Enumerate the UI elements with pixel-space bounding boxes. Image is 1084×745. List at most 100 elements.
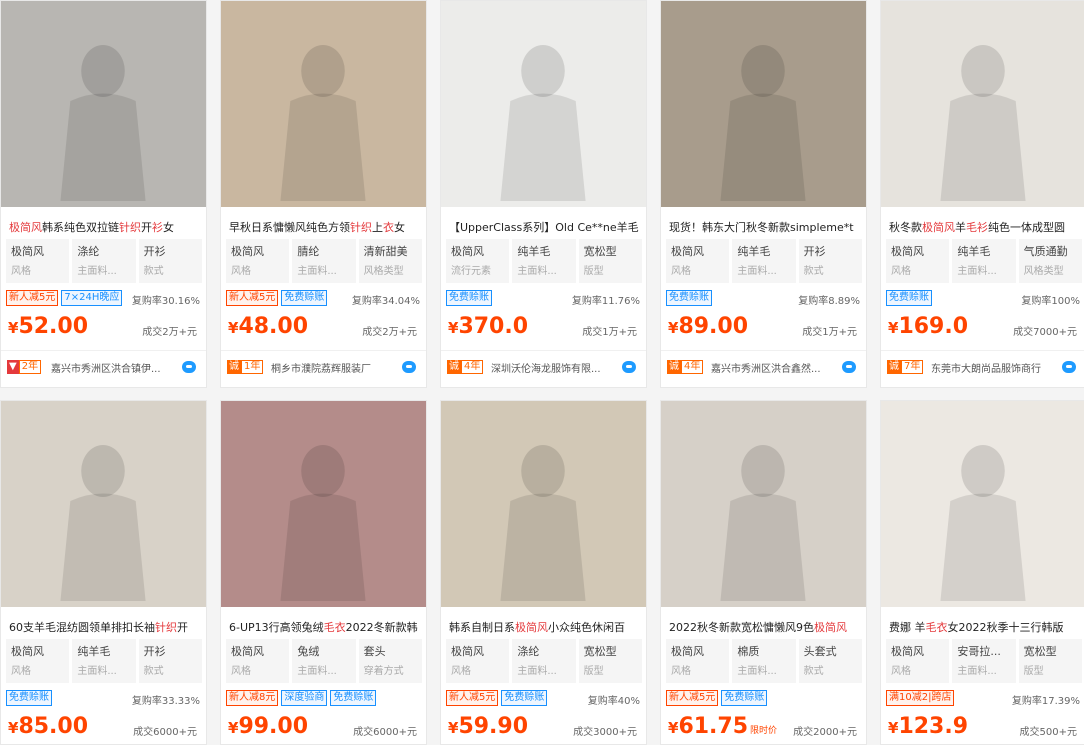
sales-volume: 成交1万+元 (582, 327, 637, 338)
product-image[interactable] (661, 401, 866, 607)
attribute-key: 流行元素 (451, 266, 491, 277)
attribute-list: 极简风 流行元素 纯羊毛 主面料... 宽松型 版型 (446, 239, 642, 283)
product-image[interactable] (221, 1, 426, 207)
currency-symbol: ¥ (228, 319, 239, 337)
shop-name[interactable]: 嘉兴市秀洲区洪合镇伊... (51, 360, 176, 375)
promo-tags: 免费赊账 (446, 290, 492, 306)
attribute-item: 纯羊毛 主面料... (72, 639, 136, 683)
shop-name[interactable]: 嘉兴市秀洲区洪合鑫然... (711, 360, 836, 375)
shop-row[interactable]: 诚 4年 嘉兴市秀洲区洪合鑫然... (661, 350, 866, 375)
flash-price-label: 限时价 (750, 726, 778, 736)
attribute-key: 主面料... (297, 266, 337, 277)
product-title[interactable]: 早秋日系慵懒风纯色方领针织上衣女 (229, 219, 419, 235)
product-card[interactable]: 现货！韩东大门秋冬新款simpleme*t 极简风 风格 纯羊毛 主面料... 开衫 款式免… (660, 0, 867, 388)
repurchase-rate: 复购率30.16% (131, 296, 200, 307)
product-image[interactable] (221, 401, 426, 607)
price-value: 99.00 (238, 714, 309, 739)
attribute-list: 极简风 风格 安哥拉... 主面料... 宽松型 版型 (886, 639, 1082, 683)
sales-volume: 成交3000+元 (573, 727, 637, 738)
product-image[interactable] (881, 1, 1084, 207)
sales-volume: 成交6000+元 (353, 727, 417, 738)
title-segment: 毛衣 (323, 621, 346, 634)
attribute-list: 极简风 风格 兔绒 主面料... 套头 穿着方式 (226, 639, 422, 683)
product-title[interactable]: 费娜 羊毛衣女2022秋季十三行韩版 (889, 619, 1079, 635)
attribute-item: 腈纶 主面料... (292, 239, 356, 283)
attribute-value: 极简风 (11, 645, 44, 658)
currency-symbol: ¥ (888, 719, 899, 737)
product-card[interactable]: 60支羊毛混纺圆领单排扣长袖针织开 极简风 风格 纯羊毛 主面料... 开衫 款式 免费赊账复… (0, 400, 207, 745)
attribute-key: 主面料... (957, 666, 997, 677)
currency-symbol: ¥ (888, 319, 899, 337)
title-segment: 毛衫 (966, 221, 988, 234)
product-title[interactable]: 秋冬款极简风羊毛衫纯色一体成型圆 (889, 219, 1079, 235)
product-card[interactable]: 【UpperClass系列】Old Ce**ne羊毛 极简风 流行元素 纯羊毛 主面料.… (440, 0, 647, 388)
product-image[interactable] (441, 1, 646, 207)
currency-symbol: ¥ (8, 319, 19, 337)
sales-volume: 成交2万+元 (142, 327, 197, 338)
price-value: 61.75 (678, 714, 749, 739)
promo-tag: 深度验商 (281, 690, 328, 706)
attribute-list: 极简风 风格 纯羊毛 主面料... 开衫 款式 (6, 639, 202, 683)
shop-row[interactable]: 诚 1年 桐乡市濮院荔辉服装厂 (221, 350, 426, 375)
product-card[interactable]: 极简风韩系纯色双拉链针织开衫女 极简风 风格 涤纶 主面料... 开衫 款式 新人减5元 7×2… (0, 0, 207, 388)
promo-tags: 新人减5元 免费赊账 (666, 690, 768, 706)
product-image[interactable] (881, 401, 1084, 607)
promo-tag: 满10减2|跨店 (886, 690, 955, 706)
chat-icon[interactable] (182, 361, 196, 373)
attribute-key: 风格 (891, 666, 911, 677)
product-card[interactable]: 秋冬款极简风羊毛衫纯色一体成型圆 极简风 风格 纯羊毛 主面料... 气质通勤 风格类型 免费… (880, 0, 1084, 388)
product-image[interactable] (1, 401, 206, 607)
product-title[interactable]: 2022秋冬新款宽松慵懒风9色极简风 (669, 619, 859, 635)
attribute-list: 极简风 风格 涤纶 主面料... 宽松型 版型 (446, 639, 642, 683)
shop-years-badge: 诚 4年 (667, 360, 704, 374)
product-card[interactable]: 费娜 羊毛衣女2022秋季十三行韩版 极简风 风格 安哥拉... 主面料... 宽松型 版型… (880, 400, 1084, 745)
promo-tag: 免费赊账 (501, 690, 548, 706)
attribute-value: 极简风 (891, 645, 924, 658)
attribute-value: 极简风 (451, 245, 484, 258)
shop-name[interactable]: 东莞市大朗尚品服饰商行 (931, 360, 1056, 375)
sales-volume: 成交7000+元 (1013, 327, 1077, 338)
title-segment: 纯色一体成型圆 (988, 221, 1065, 234)
shop-row[interactable]: ▼ 2年 嘉兴市秀洲区洪合镇伊... (1, 350, 206, 375)
attribute-value: 极简风 (231, 245, 264, 258)
shop-row[interactable]: 诚 7年 东莞市大朗尚品服饰商行 (881, 350, 1084, 375)
product-title[interactable]: 现货！韩东大门秋冬新款simpleme*t (669, 219, 859, 235)
price: ¥370.0 (448, 314, 528, 339)
product-card[interactable]: 6-UP13行高领兔绒毛衣2022冬新款韩极简风 风格 兔绒 主面料... 套头 穿着方式… (220, 400, 427, 745)
product-title[interactable]: 60支羊毛混纺圆领单排扣长袖针织开 (9, 619, 199, 635)
product-title[interactable]: 韩系自制日系极简风小众纯色休闲百 (449, 619, 639, 635)
attribute-key: 款式 (803, 266, 824, 277)
promo-tags: 新人减5元 免费赊账 (446, 690, 548, 706)
shop-row[interactable]: 诚 4年 深圳沃伦海龙服饰有限... (441, 350, 646, 375)
title-segment: 开 (177, 621, 188, 634)
attribute-key: 风格 (451, 666, 471, 677)
attribute-item: 极简风 风格 (666, 639, 730, 683)
shop-name[interactable]: 桐乡市濮院荔辉服装厂 (271, 360, 396, 375)
promo-tags: 新人减5元 7×24H晚应 (6, 290, 123, 306)
repurchase-rate: 复购率8.89% (798, 296, 860, 307)
product-card[interactable]: 韩系自制日系极简风小众纯色休闲百极简风 风格 涤纶 主面料... 宽松型 版型新人减5元免… (440, 400, 647, 745)
product-card[interactable]: 早秋日系慵懒风纯色方领针织上衣女 极简风 风格 腈纶 主面料... 清新甜美 风格类型 新人减… (220, 0, 427, 388)
product-image[interactable] (1, 1, 206, 207)
chat-icon[interactable] (1062, 361, 1076, 373)
chat-icon[interactable] (622, 361, 636, 373)
title-segment: 羊 (955, 221, 966, 234)
product-card[interactable]: 2022秋冬新款宽松慵懒风9色极简风 极简风 风格 棉质 主面料... 头套式 款式 新人减5… (660, 400, 867, 745)
shop-name[interactable]: 深圳沃伦海龙服饰有限... (491, 360, 616, 375)
attribute-key: 款式 (803, 666, 824, 677)
product-image[interactable] (441, 401, 646, 607)
price: ¥61.75 限时价 (668, 714, 777, 739)
price-value: 370.0 (458, 314, 529, 339)
product-grid: 极简风韩系纯色双拉链针织开衫女 极简风 风格 涤纶 主面料... 开衫 款式 新人减5元 7×2… (0, 0, 1084, 745)
chat-icon[interactable] (842, 361, 856, 373)
shop-badge-icon: 诚 (887, 360, 901, 374)
price-value: 59.90 (458, 714, 529, 739)
chat-icon[interactable] (402, 361, 416, 373)
promo-tag: 新人减5元 (6, 290, 59, 306)
product-title[interactable]: 【UpperClass系列】Old Ce**ne羊毛 (449, 219, 639, 235)
promo-tag: 新人减5元 (226, 290, 279, 306)
product-title[interactable]: 极简风韩系纯色双拉链针织开衫女 (9, 219, 199, 235)
sales-volume: 成交1万+元 (802, 327, 857, 338)
product-image[interactable] (661, 1, 866, 207)
product-title[interactable]: 6-UP13行高领兔绒毛衣2022冬新款韩 (229, 619, 419, 635)
